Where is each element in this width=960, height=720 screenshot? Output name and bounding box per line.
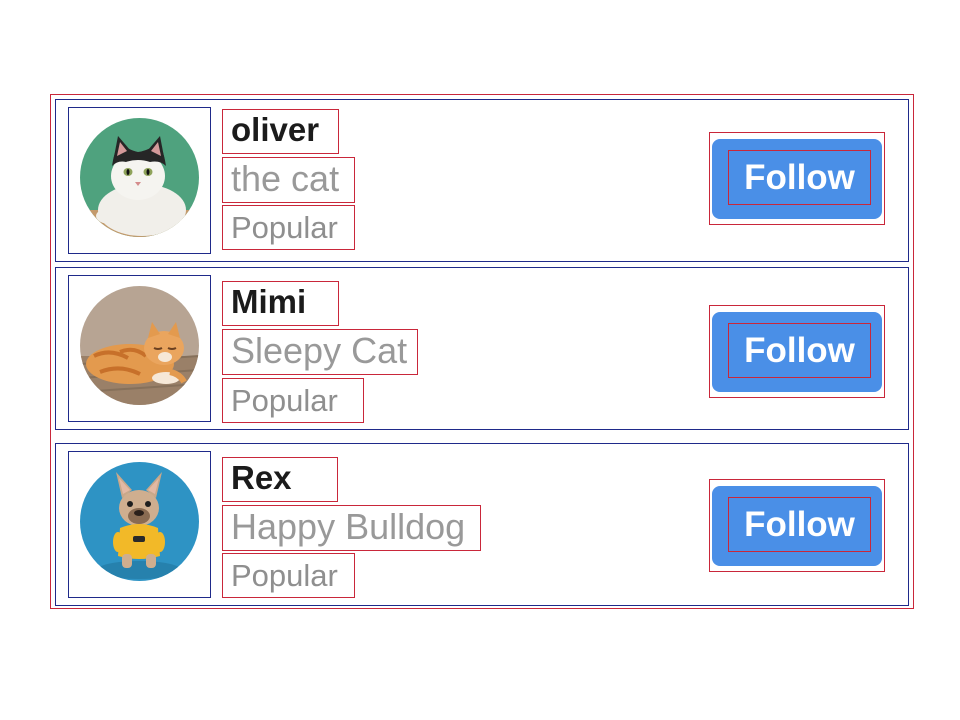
avatar[interactable] (80, 286, 199, 405)
profile-subtitle: Happy Bulldog (222, 505, 481, 551)
follow-button-container: Follow (709, 305, 885, 398)
avatar-frame (68, 451, 211, 598)
avatar-frame (68, 275, 211, 422)
profile-row-mimi: Mimi Sleepy Cat Popular Follow (55, 267, 909, 430)
avatar[interactable] (80, 118, 199, 237)
profile-subtitle: the cat (222, 157, 355, 203)
profile-row-oliver: oliver the cat Popular Follow (55, 99, 909, 262)
avatar[interactable] (80, 462, 199, 581)
follow-button[interactable]: Follow (712, 139, 882, 219)
follow-button-label: Follow (728, 150, 871, 205)
cat-icon (80, 118, 199, 237)
follow-button-label: Follow (728, 323, 871, 378)
profile-name: Rex (222, 457, 338, 502)
profile-tag: Popular (222, 205, 355, 250)
profile-name: oliver (222, 109, 339, 154)
follow-button[interactable]: Follow (712, 486, 882, 566)
follow-button-container: Follow (709, 479, 885, 572)
follow-button[interactable]: Follow (712, 312, 882, 392)
profile-subtitle: Sleepy Cat (222, 329, 418, 375)
profile-name: Mimi (222, 281, 339, 326)
avatar-frame (68, 107, 211, 254)
follow-button-container: Follow (709, 132, 885, 225)
dog-icon (80, 462, 199, 581)
cat-icon (80, 286, 199, 405)
follow-button-label: Follow (728, 497, 871, 552)
profile-tag: Popular (222, 553, 355, 598)
profile-tag: Popular (222, 378, 364, 423)
profile-row-rex: Rex Happy Bulldog Popular Follow (55, 443, 909, 606)
